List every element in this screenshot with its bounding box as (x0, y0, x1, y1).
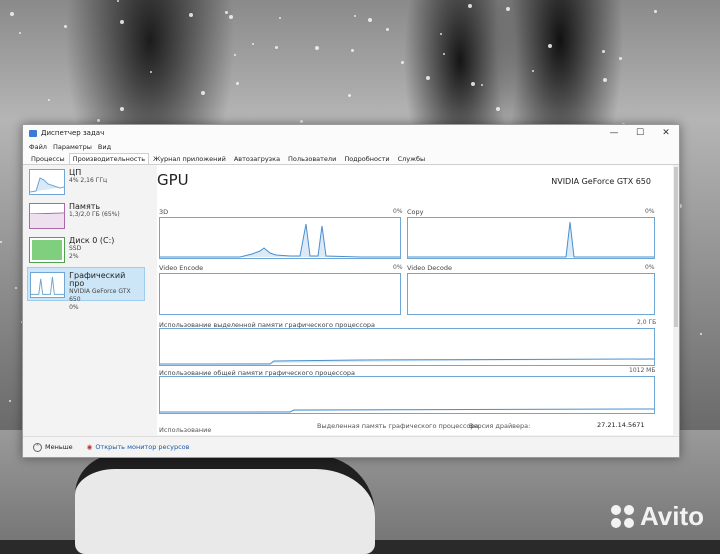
tab-strip: Процессы Производительность Журнал прило… (23, 152, 679, 165)
fewer-details-button[interactable]: ⌃ Меньше (33, 442, 73, 452)
task-manager-icon (29, 129, 37, 137)
sidebar-gpu-name: Графический про (69, 271, 126, 288)
resource-monitor-icon: ◉ (86, 443, 93, 451)
tab-services[interactable]: Службы (394, 153, 430, 164)
tab-users[interactable]: Пользователи (284, 153, 340, 164)
shared-memory-graph (159, 376, 655, 414)
sidebar-cpu-name: ЦП (69, 168, 82, 177)
open-resource-monitor-link[interactable]: ◉ Открыть монитор ресурсов (87, 443, 190, 451)
disk-thumbnail-graph (29, 237, 65, 263)
title-bar[interactable]: Диспетчер задач — ☐ ✕ (23, 125, 679, 141)
dedicated-memory-graph (159, 328, 655, 366)
task-manager-window: Диспетчер задач — ☐ ✕ Файл Параметры Вид… (22, 124, 680, 458)
driver-version-label: Версия драйвера: (469, 422, 531, 430)
driver-version-value: 27.21.14.5671 (597, 421, 645, 429)
window-title: Диспетчер задач (41, 129, 105, 137)
shared-memory-max: 1012 МБ (629, 367, 656, 374)
page-title: GPU (157, 171, 189, 189)
sidebar-gpu-model: NVIDIA GeForce GTX 650 (69, 288, 131, 303)
cpu-thumbnail-graph (29, 169, 65, 195)
engine-3d-graph (159, 217, 401, 259)
sidebar-disk-usage: 2% (69, 253, 79, 260)
sidebar-item-cpu[interactable]: ЦП 4% 2,16 ГГц (27, 165, 145, 199)
engine-video-encode-label[interactable]: Video Encode (159, 264, 203, 272)
tab-app-history[interactable]: Журнал приложений (149, 153, 230, 164)
engine-copy-graph (407, 217, 655, 259)
engine-3d-label[interactable]: 3D (159, 208, 168, 216)
dedicated-memory-max: 2,0 ГБ (637, 319, 657, 326)
gpu-model-name: NVIDIA GeForce GTX 650 (551, 177, 651, 186)
menu-file[interactable]: Файл (29, 143, 47, 151)
engine-video-decode-pct: 0% (645, 264, 655, 271)
dedicated-memory-stat-label: Выделенная память графического процессор… (317, 422, 479, 430)
performance-sidebar: ЦП 4% 2,16 ГГц Память 1,3/2,0 ГБ (65%) Д… (27, 165, 145, 435)
avito-watermark: Avito (610, 501, 704, 532)
memory-thumbnail-graph (29, 203, 65, 229)
tab-details[interactable]: Подробности (340, 153, 393, 164)
engine-copy-label[interactable]: Copy (407, 208, 424, 216)
footer-bar: ⌃ Меньше ◉ Открыть монитор ресурсов (23, 436, 679, 457)
sidebar-disk-type: SSD (69, 245, 82, 252)
maximize-button[interactable]: ☐ (627, 125, 653, 141)
sidebar-gpu-usage: 0% (69, 304, 79, 311)
avito-watermark-text: Avito (639, 501, 704, 531)
gpu-detail-panel: GPU NVIDIA GeForce GTX 650 3D 0% Copy 0%… (157, 165, 675, 435)
sidebar-item-memory[interactable]: Память 1,3/2,0 ГБ (65%) (27, 199, 145, 233)
minimize-button[interactable]: — (601, 125, 627, 141)
sidebar-item-gpu[interactable]: Графический про NVIDIA GeForce GTX 650 0… (27, 267, 145, 311)
fewer-details-label: Меньше (45, 443, 73, 451)
engine-3d-pct: 0% (393, 208, 403, 215)
sidebar-cpu-usage: 4% 2,16 ГГц (69, 177, 108, 184)
avito-logo-icon (610, 505, 634, 528)
menu-view[interactable]: Вид (98, 143, 111, 151)
engine-video-decode-graph (407, 273, 655, 315)
engine-video-encode-graph (159, 273, 401, 315)
gpu-thumbnail-graph (30, 272, 66, 298)
engine-video-decode-label[interactable]: Video Decode (407, 264, 452, 272)
vertical-scrollbar[interactable] (673, 165, 679, 435)
menu-options[interactable]: Параметры (53, 143, 92, 151)
close-button[interactable]: ✕ (653, 125, 679, 141)
sidebar-memory-name: Память (69, 202, 101, 211)
engine-video-encode-pct: 0% (393, 264, 403, 271)
sidebar-item-disk[interactable]: Диск 0 (C:) SSD 2% (27, 233, 145, 267)
tab-performance[interactable]: Производительность (68, 153, 150, 164)
shoe-in-snow (75, 455, 375, 554)
tab-startup[interactable]: Автозагрузка (230, 153, 284, 164)
menu-bar: Файл Параметры Вид (23, 141, 679, 152)
resource-monitor-label: Открыть монитор ресурсов (95, 443, 190, 451)
sidebar-disk-name: Диск 0 (C:) (69, 236, 115, 245)
engine-copy-pct: 0% (645, 208, 655, 215)
chevron-up-icon: ⌃ (33, 442, 42, 452)
sidebar-memory-usage: 1,3/2,0 ГБ (65%) (69, 211, 120, 218)
tab-processes[interactable]: Процессы (27, 153, 69, 164)
usage-stat-label: Использование (159, 426, 212, 434)
